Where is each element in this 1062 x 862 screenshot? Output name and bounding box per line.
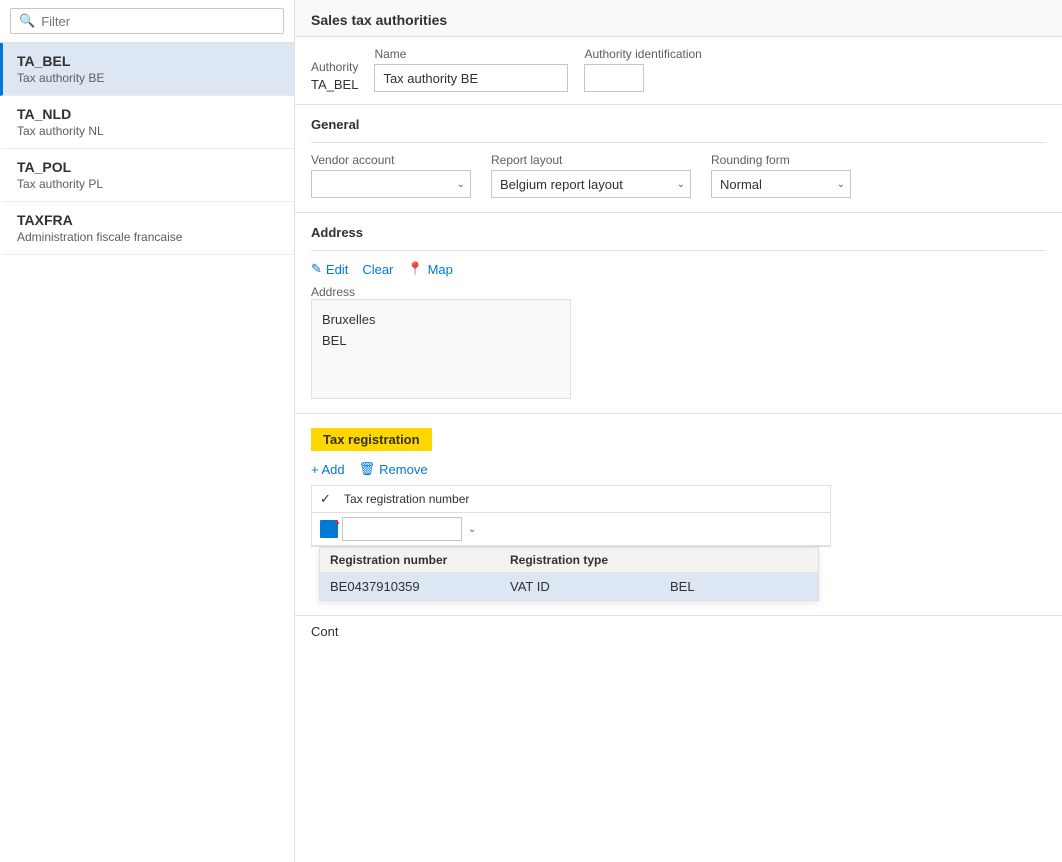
address-section: Address ✎ Edit Clear 📍 Map Address Bruxe… xyxy=(295,213,1062,414)
general-section: General Vendor account ⌄ Report layout B… xyxy=(295,105,1062,213)
sidebar-item-code: TA_POL xyxy=(17,159,280,175)
clear-label: Clear xyxy=(362,262,393,277)
identification-input[interactable] xyxy=(584,64,644,92)
map-label: Map xyxy=(428,262,453,277)
vendor-account-select[interactable] xyxy=(311,170,471,198)
name-label: Name xyxy=(374,47,568,61)
sidebar-item-ta-bel[interactable]: TA_BEL Tax authority BE xyxy=(0,43,294,96)
remove-label: Remove xyxy=(379,462,427,477)
warning-icon xyxy=(320,520,338,538)
country-col-header xyxy=(670,553,750,567)
rounding-form-field: Rounding form Normal Down Up ⌄ xyxy=(711,153,851,198)
tax-input-row: ⌄ xyxy=(312,513,830,546)
sidebar-item-name: Tax authority PL xyxy=(17,177,280,191)
edit-button[interactable]: ✎ Edit xyxy=(311,261,348,277)
authority-field: Authority TA_BEL xyxy=(311,60,358,92)
address-actions: ✎ Edit Clear 📍 Map xyxy=(311,261,1046,277)
reg-number-cell: BE0437910359 xyxy=(330,579,510,594)
address-line-1: Bruxelles xyxy=(322,310,560,331)
address-box: Bruxelles BEL xyxy=(311,299,571,399)
tax-table-header: ✓ Tax registration number xyxy=(312,486,830,513)
tax-registration-section: Tax registration + Add 🗑 Remove ✓ Tax re… xyxy=(295,414,1062,615)
rounding-form-select-wrap[interactable]: Normal Down Up ⌄ xyxy=(711,170,851,198)
vendor-account-select-wrap[interactable]: ⌄ xyxy=(311,170,471,198)
sidebar-item-name: Tax authority BE xyxy=(17,71,280,85)
sidebar-item-ta-pol[interactable]: TA_POL Tax authority PL xyxy=(0,149,294,202)
general-header: General xyxy=(311,105,1046,143)
report-layout-select-wrap[interactable]: Belgium report layout ⌄ xyxy=(491,170,691,198)
report-layout-field: Report layout Belgium report layout ⌄ xyxy=(491,153,691,198)
tax-number-input[interactable] xyxy=(342,517,462,541)
sidebar-items: TA_BEL Tax authority BE TA_NLD Tax autho… xyxy=(0,43,294,862)
dropdown-chevron-icon[interactable]: ⌄ xyxy=(468,524,476,535)
sidebar-item-code: TAXFRA xyxy=(17,212,280,228)
vendor-account-label: Vendor account xyxy=(311,153,471,167)
filter-input-wrap[interactable]: 🔍 xyxy=(10,8,284,34)
identification-label: Authority identification xyxy=(584,47,701,61)
sidebar-item-taxfra[interactable]: TAXFRA Administration fiscale francaise xyxy=(0,202,294,255)
trash-icon: 🗑 xyxy=(359,461,376,477)
vendor-account-field: Vendor account ⌄ xyxy=(311,153,471,198)
cont-label: Cont xyxy=(295,615,1062,647)
identification-field: Authority identification xyxy=(584,47,701,92)
add-button[interactable]: + Add xyxy=(311,462,345,477)
remove-button[interactable]: 🗑 Remove xyxy=(359,461,428,477)
authority-row: Authority TA_BEL Name Authority identifi… xyxy=(295,37,1062,105)
sidebar-item-code: TA_NLD xyxy=(17,106,280,122)
sidebar-item-ta-nld[interactable]: TA_NLD Tax authority NL xyxy=(0,96,294,149)
reg-type-col-header: Registration type xyxy=(510,553,670,567)
main-content: Sales tax authorities Authority TA_BEL N… xyxy=(295,0,1062,862)
address-line-2: BEL xyxy=(322,331,560,352)
filter-bar: 🔍 xyxy=(0,0,294,43)
sidebar-item-name: Administration fiscale francaise xyxy=(17,230,280,244)
filter-input[interactable] xyxy=(41,14,275,29)
tax-table: ✓ Tax registration number ⌄ xyxy=(311,485,831,547)
map-icon: 📍 xyxy=(407,261,423,277)
map-button[interactable]: 📍 Map xyxy=(407,261,452,277)
sidebar-item-code: TA_BEL xyxy=(17,53,280,69)
tax-registration-tab[interactable]: Tax registration xyxy=(311,428,432,451)
clear-button[interactable]: Clear xyxy=(362,262,393,277)
general-row: Vendor account ⌄ Report layout Belgium r… xyxy=(311,153,1046,198)
reg-type-cell: VAT ID xyxy=(510,579,670,594)
sidebar: 🔍 TA_BEL Tax authority BE TA_NLD Tax aut… xyxy=(0,0,295,862)
edit-icon: ✎ xyxy=(311,261,322,277)
edit-label: Edit xyxy=(326,262,348,277)
address-header: Address xyxy=(311,213,1046,251)
report-layout-label: Report layout xyxy=(491,153,691,167)
name-input[interactable] xyxy=(374,64,568,92)
search-icon: 🔍 xyxy=(19,13,35,29)
sidebar-item-name: Tax authority NL xyxy=(17,124,280,138)
country-cell: BEL xyxy=(670,579,750,594)
add-label: + Add xyxy=(311,462,345,477)
rounding-form-select[interactable]: Normal Down Up xyxy=(711,170,851,198)
address-label: Address xyxy=(311,285,1046,299)
tax-actions: + Add 🗑 Remove xyxy=(311,461,1046,477)
authority-label: Authority xyxy=(311,60,358,74)
tax-dropdown-table: Registration number Registration type BE… xyxy=(319,547,819,601)
report-layout-select[interactable]: Belgium report layout xyxy=(491,170,691,198)
check-column: ✓ xyxy=(320,491,344,507)
authority-value: TA_BEL xyxy=(311,77,358,92)
column-header-label: Tax registration number xyxy=(344,492,469,506)
dropdown-row[interactable]: BE0437910359 VAT ID BEL xyxy=(320,573,818,600)
reg-number-col-header: Registration number xyxy=(330,553,510,567)
section-title: Sales tax authorities xyxy=(295,0,1062,37)
rounding-form-label: Rounding form xyxy=(711,153,851,167)
dropdown-table-header: Registration number Registration type xyxy=(320,548,818,573)
name-field: Name xyxy=(374,47,568,92)
